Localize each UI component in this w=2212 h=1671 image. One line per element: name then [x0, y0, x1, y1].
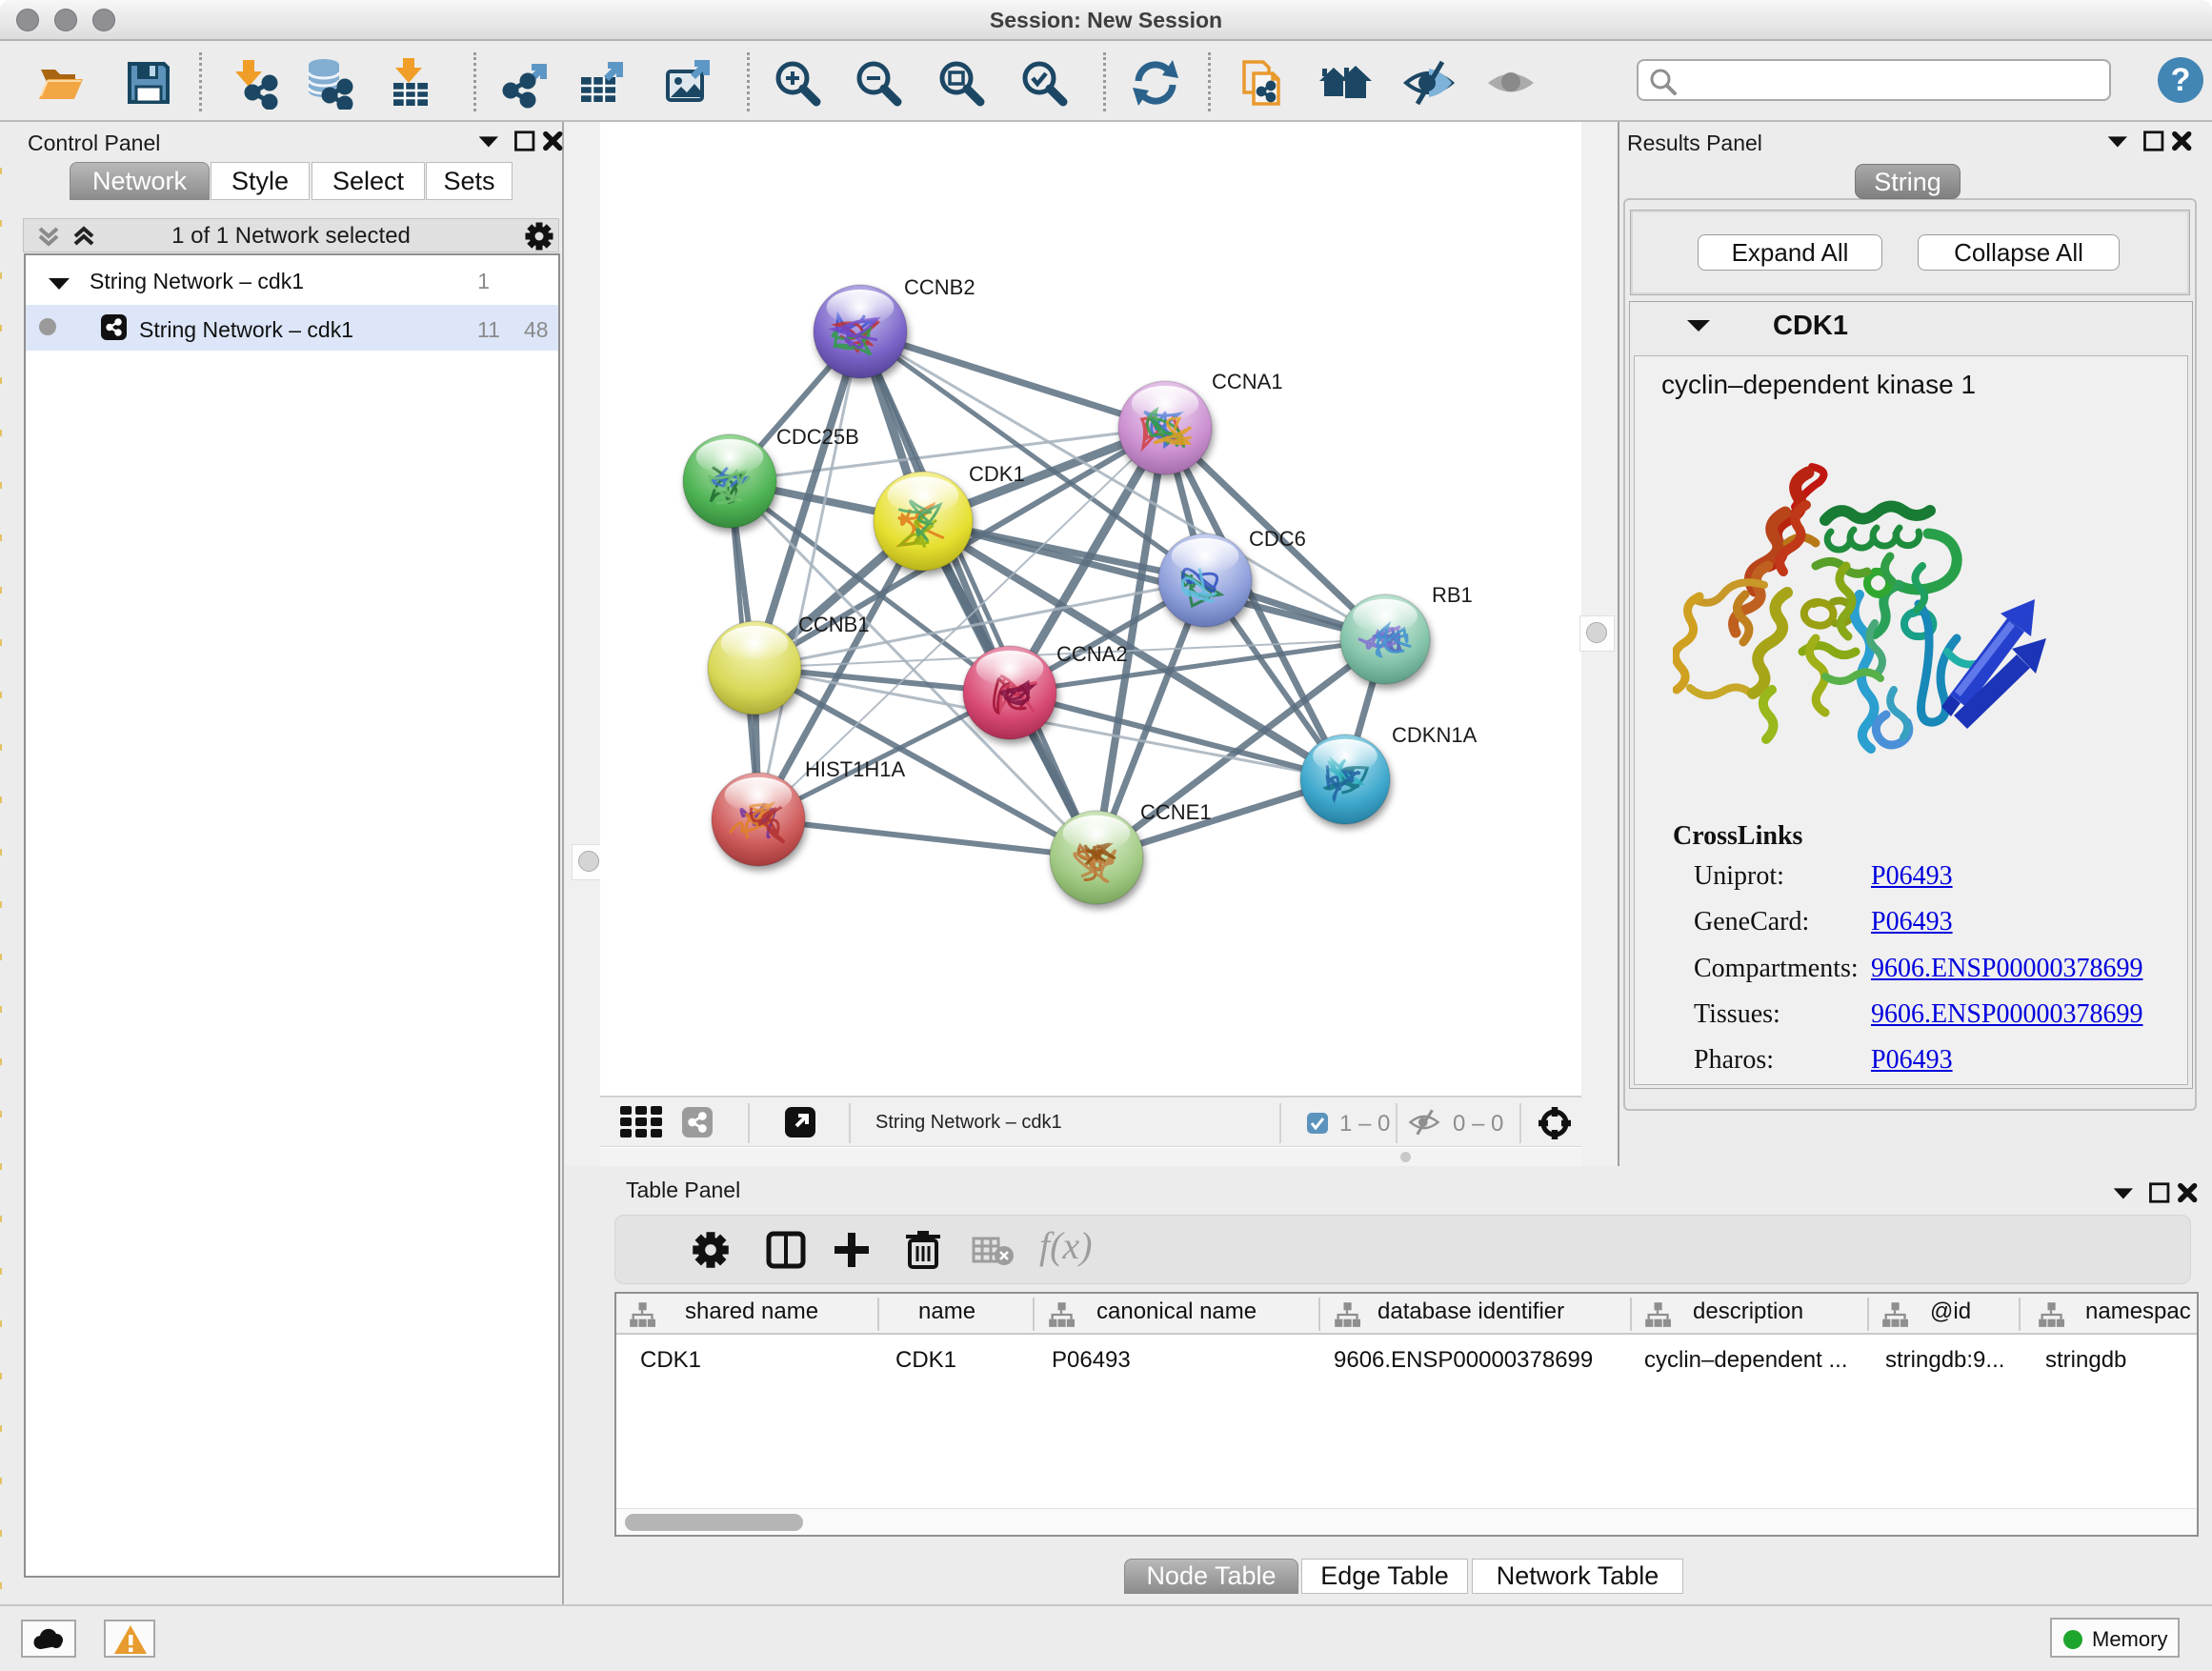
svg-text:CDC6: CDC6 [1249, 527, 1306, 551]
svg-text:CDKN1A: CDKN1A [1392, 723, 1478, 747]
svg-text:?: ? [2171, 62, 2191, 98]
svg-text:CCNE1: CCNE1 [1140, 800, 1212, 824]
svg-text:RB1: RB1 [1432, 583, 1473, 607]
svg-text:HIST1H1A: HIST1H1A [805, 757, 905, 781]
svg-text:CDC25B: CDC25B [776, 425, 859, 449]
svg-text:CCNB2: CCNB2 [904, 275, 975, 299]
svg-text:CCNB1: CCNB1 [798, 613, 870, 636]
svg-text:CDK1: CDK1 [969, 462, 1025, 486]
svg-text:CCNA1: CCNA1 [1212, 370, 1283, 393]
svg-text:CCNA2: CCNA2 [1056, 642, 1128, 666]
